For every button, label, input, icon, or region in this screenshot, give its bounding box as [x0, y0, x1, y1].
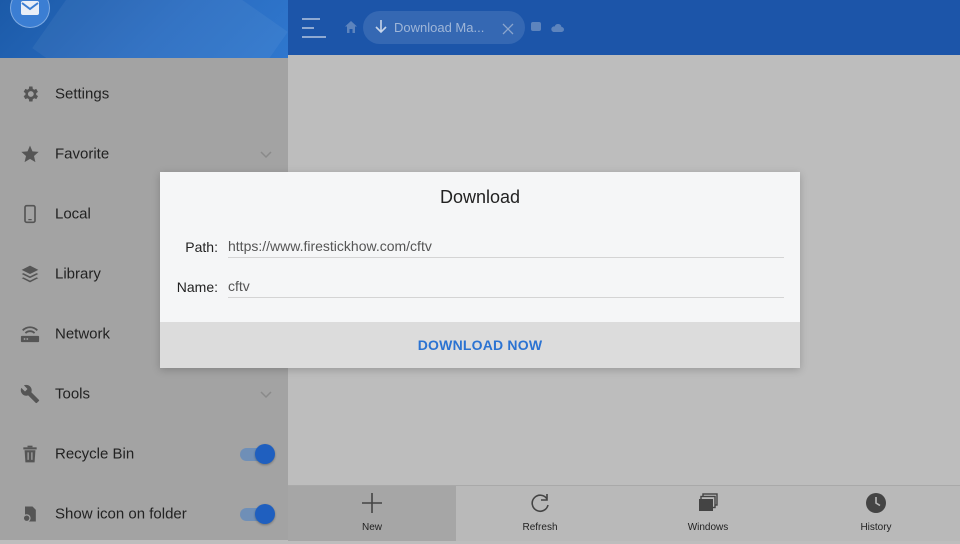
trash-icon — [18, 442, 42, 466]
windows-mini-icon[interactable] — [531, 22, 541, 31]
menu-icon[interactable] — [302, 16, 328, 40]
sidebar-item-label: Library — [55, 265, 101, 283]
topbar: Download Ma... — [288, 0, 960, 55]
name-label: Name: — [176, 279, 218, 295]
sidebar-item-recycle-bin[interactable]: Recycle Bin — [0, 424, 288, 484]
gear-icon — [18, 82, 42, 106]
router-icon — [18, 322, 42, 346]
tab-label: Download Ma... — [394, 20, 485, 35]
download-now-button[interactable]: DOWNLOAD NOW — [160, 322, 800, 368]
folder-file-icon — [18, 502, 42, 526]
home-icon[interactable] — [344, 20, 358, 34]
name-input[interactable] — [228, 275, 784, 298]
path-label: Path: — [185, 239, 218, 255]
sidebar-item-label: Show icon on folder — [55, 505, 187, 523]
sidebar-item-label: Favorite — [55, 145, 110, 163]
dialog-title: Download — [439, 187, 521, 207]
new-label: New — [361, 522, 382, 533]
cloud-icon[interactable] — [550, 21, 564, 33]
history-label: History — [860, 522, 892, 533]
download-arrow-icon — [373, 19, 389, 35]
recycle-bin-toggle[interactable] — [240, 443, 276, 465]
phone-icon — [18, 202, 42, 226]
refresh-button[interactable]: Refresh — [456, 486, 624, 541]
windows-label: Windows — [687, 522, 729, 533]
refresh-label: Refresh — [522, 522, 558, 533]
path-input[interactable] — [228, 235, 784, 258]
sidebar-item-show-icon-on-folder[interactable]: Show icon on folder — [0, 484, 288, 544]
star-icon — [18, 142, 42, 166]
sidebar-item-label: Local — [55, 205, 91, 223]
windows-button[interactable]: Windows — [624, 486, 792, 541]
chevron-down-icon[interactable] — [258, 146, 274, 162]
windows-icon — [697, 492, 719, 514]
plus-icon — [361, 492, 383, 514]
history-button[interactable]: History — [792, 486, 960, 541]
close-icon[interactable] — [502, 22, 514, 35]
clock-icon — [865, 492, 887, 514]
new-button[interactable]: New — [288, 486, 456, 541]
layers-icon — [18, 262, 42, 286]
chevron-down-icon[interactable] — [258, 386, 274, 402]
sidebar-item-settings[interactable]: Settings — [0, 64, 288, 124]
download-dialog: Download Path: Name: DOWNLOAD NOW — [160, 172, 800, 368]
mail-icon[interactable] — [10, 0, 50, 28]
sidebar-item-label: Network — [55, 325, 111, 343]
sidebar-item-label: Settings — [55, 85, 110, 103]
tab-download-manager[interactable]: Download Ma... — [363, 11, 525, 44]
sidebar-item-label: Recycle Bin — [55, 445, 135, 463]
refresh-icon — [529, 492, 551, 514]
sidebar-item-tools[interactable]: Tools — [0, 364, 288, 424]
sidebar-header — [0, 0, 288, 58]
sidebar-item-label: Tools — [55, 385, 91, 403]
show-icon-toggle[interactable] — [240, 503, 276, 525]
bottom-toolbar: New Refresh Windows History — [288, 485, 960, 541]
wrench-icon — [18, 382, 42, 406]
